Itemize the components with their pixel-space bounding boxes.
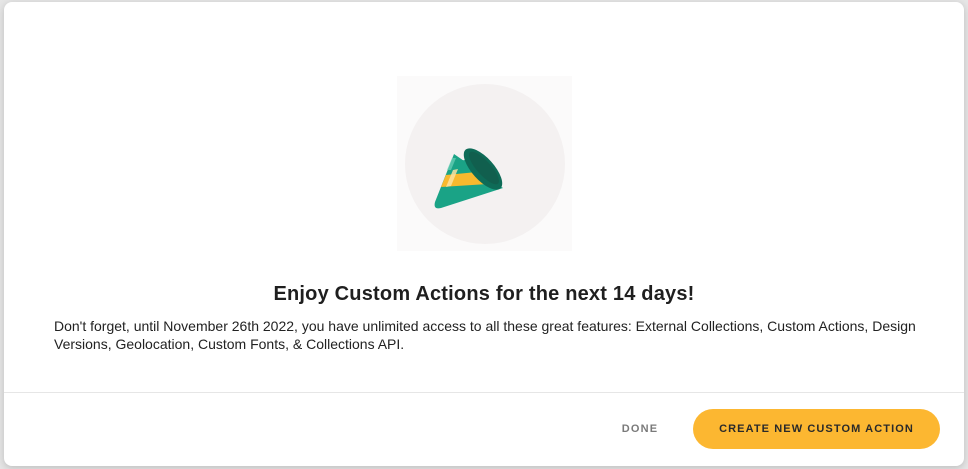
modal-title: Enjoy Custom Actions for the next 14 day…: [273, 283, 695, 305]
modal-description: Don't forget, until November 26th 2022, …: [54, 318, 916, 352]
done-button[interactable]: DONE: [610, 414, 670, 444]
hero-circle: [405, 84, 565, 244]
hero-illustration: [397, 76, 572, 251]
trial-modal: Enjoy Custom Actions for the next 14 day…: [4, 2, 964, 466]
party-hat-icon: [434, 148, 503, 209]
footer-divider: [4, 392, 964, 393]
create-custom-action-button[interactable]: CREATE NEW CUSTOM ACTION: [693, 409, 940, 449]
